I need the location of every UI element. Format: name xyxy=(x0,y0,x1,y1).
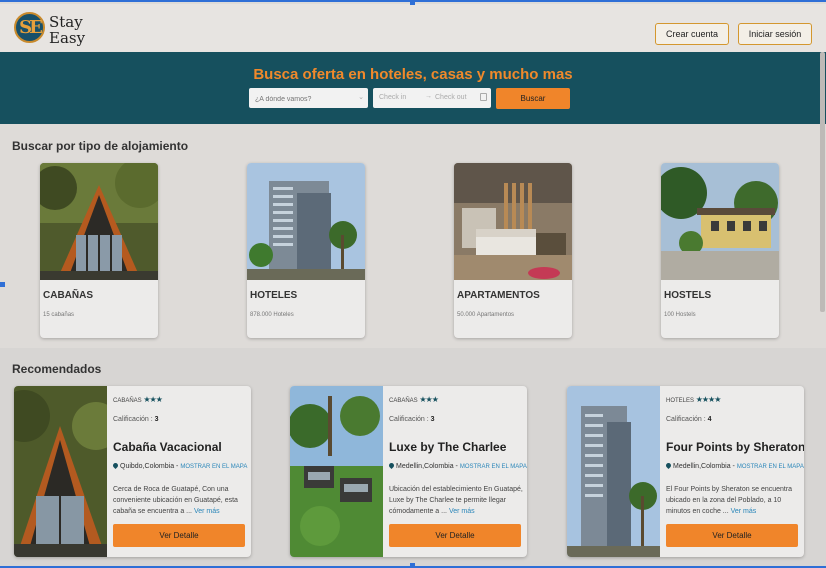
type-name: HOTELES xyxy=(250,290,298,301)
listing-rating: Calificación : 3 xyxy=(389,416,435,423)
search-banner: Busca oferta en hoteles, casas y mucho m… xyxy=(0,52,826,124)
listing-image xyxy=(290,386,383,557)
location-text: Medellin,Colombia xyxy=(673,463,731,470)
logo-mark[interactable]: SE xyxy=(14,12,45,43)
recommended-section-title: Recomendados xyxy=(12,362,102,376)
types-section-title: Buscar por tipo de alojamiento xyxy=(12,139,189,153)
view-detail-button[interactable]: Ver Detalle xyxy=(113,524,245,547)
logo-letters: SE xyxy=(19,17,43,38)
star-icon: ★★★★ xyxy=(695,395,722,404)
listing-name: Luxe by The Charlee xyxy=(389,440,507,454)
listing-type-label: CABAÑAS xyxy=(389,398,418,404)
rating-value: 4 xyxy=(707,416,712,423)
star-icon: ★★★ xyxy=(143,395,162,404)
listing-type-label: CABAÑAS xyxy=(113,398,142,404)
show-on-map-link[interactable]: MOSTRAR EN EL MAPA xyxy=(460,464,527,470)
listing-type: CABAÑAS ★★★ xyxy=(113,395,163,404)
listing-location: Medellin,Colombia - MOSTRAR EN EL MAPA xyxy=(387,461,527,470)
search-button[interactable]: Buscar xyxy=(496,88,570,109)
hotel-image xyxy=(247,163,365,280)
recommended-card[interactable]: CABAÑAS ★★★ Calificación : 3 Cabaña Vaca… xyxy=(14,386,251,557)
listing-location: Medellin,Colombia - MOSTRAR EN EL MAPA xyxy=(664,461,804,470)
see-more-link[interactable]: Ver más xyxy=(449,508,475,515)
location-text: Medellin,Colombia xyxy=(396,463,454,470)
description-text: El Four Points by Sheraton se encuentra … xyxy=(666,486,793,515)
calendar-icon[interactable] xyxy=(480,93,487,101)
listing-body: CABAÑAS ★★★ Calificación : 3 Cabaña Vaca… xyxy=(111,386,249,557)
resize-handle[interactable] xyxy=(410,563,415,568)
type-name: APARTAMENTOS xyxy=(457,290,540,301)
logo-text[interactable]: Stay Easy xyxy=(49,14,85,46)
apartment-image xyxy=(454,163,572,280)
logo-text-line1: Stay xyxy=(49,13,83,31)
recommended-card[interactable]: CABAÑAS ★★★ Calificación : 3 Luxe by The… xyxy=(290,386,527,557)
rating-label: Calificación : xyxy=(666,416,706,423)
map-pin-icon xyxy=(387,461,396,470)
type-card-hostels[interactable]: HOSTELS 100 Hostels xyxy=(661,163,779,338)
checkout-placeholder[interactable]: Check out xyxy=(435,94,467,101)
rating-label: Calificación : xyxy=(389,416,429,423)
show-on-map-link[interactable]: MOSTRAR EN EL MAPA xyxy=(180,464,247,470)
destination-input[interactable] xyxy=(249,89,368,110)
hostel-image xyxy=(661,163,779,280)
listing-body: HOTELES ★★★★ Calificación : 4 Four Point… xyxy=(664,386,804,557)
type-card-cabanas[interactable]: CABAÑAS 15 cabañas xyxy=(40,163,158,338)
listing-name: Four Points by Sheraton xyxy=(666,440,804,454)
listing-description: El Four Points by Sheraton se encuentra … xyxy=(666,484,802,517)
listing-type: HOTELES ★★★★ xyxy=(666,395,722,404)
chevron-down-icon: ⌄ xyxy=(358,94,364,101)
rating-value: 3 xyxy=(154,416,159,423)
listing-type-label: HOTELES xyxy=(666,398,695,404)
logo-text-line2: Easy xyxy=(49,29,86,47)
star-icon: ★★★ xyxy=(419,395,438,404)
type-name: HOSTELS xyxy=(664,290,712,301)
view-detail-button[interactable]: Ver Detalle xyxy=(389,524,521,547)
listing-name: Cabaña Vacacional xyxy=(113,440,222,454)
top-header: SE Stay Easy Crear cuenta Iniciar sesión xyxy=(0,4,826,52)
destination-field[interactable]: ⌄ xyxy=(249,88,368,110)
type-count: 878.000 Hoteles xyxy=(250,312,294,318)
listing-image xyxy=(14,386,107,557)
type-count: 15 cabañas xyxy=(43,312,75,318)
create-account-button[interactable]: Crear cuenta xyxy=(655,23,729,45)
type-count: 50.000 Apartamentos xyxy=(457,312,515,318)
show-on-map-link[interactable]: MOSTRAR EN EL MAPA xyxy=(737,464,804,470)
scrollbar[interactable] xyxy=(820,52,825,312)
arrow-right-icon: → xyxy=(425,93,432,100)
listing-location: Quibdo,Colombia - MOSTRAR EN EL MAPA xyxy=(111,461,247,470)
listing-rating: Calificación : 3 xyxy=(113,416,159,423)
listing-rating: Calificación : 4 xyxy=(666,416,712,423)
listing-description: Cerca de Roca de Guatapé, Con una conven… xyxy=(113,484,249,517)
location-text: Quibdo,Colombia xyxy=(120,463,175,470)
resize-handle[interactable] xyxy=(0,282,5,287)
map-pin-icon xyxy=(664,461,673,470)
type-name: CABAÑAS xyxy=(43,290,93,301)
listing-type: CABAÑAS ★★★ xyxy=(389,395,439,404)
type-count: 100 Hostels xyxy=(664,312,696,318)
view-detail-button[interactable]: Ver Detalle xyxy=(666,524,798,547)
listing-image xyxy=(567,386,660,557)
checkin-placeholder[interactable]: Check in xyxy=(379,94,406,101)
listing-body: CABAÑAS ★★★ Calificación : 3 Luxe by The… xyxy=(387,386,527,557)
resize-handle[interactable] xyxy=(410,0,415,5)
date-range-field[interactable]: Check in → Check out xyxy=(373,88,491,108)
see-more-link[interactable]: Ver más xyxy=(731,508,757,515)
cabin-image xyxy=(40,163,158,280)
login-button[interactable]: Iniciar sesión xyxy=(738,23,812,45)
recommended-card[interactable]: HOTELES ★★★★ Calificación : 4 Four Point… xyxy=(567,386,804,557)
type-card-apartamentos[interactable]: APARTAMENTOS 50.000 Apartamentos xyxy=(454,163,572,338)
rating-value: 3 xyxy=(430,416,435,423)
see-more-link[interactable]: Ver más xyxy=(194,508,220,515)
rating-label: Calificación : xyxy=(113,416,153,423)
search-banner-title: Busca oferta en hoteles, casas y mucho m… xyxy=(253,66,573,83)
map-pin-icon xyxy=(111,461,120,470)
listing-description: Ubicación del establecimiento En Guatapé… xyxy=(389,484,525,517)
type-card-hoteles[interactable]: HOTELES 878.000 Hoteles xyxy=(247,163,365,338)
